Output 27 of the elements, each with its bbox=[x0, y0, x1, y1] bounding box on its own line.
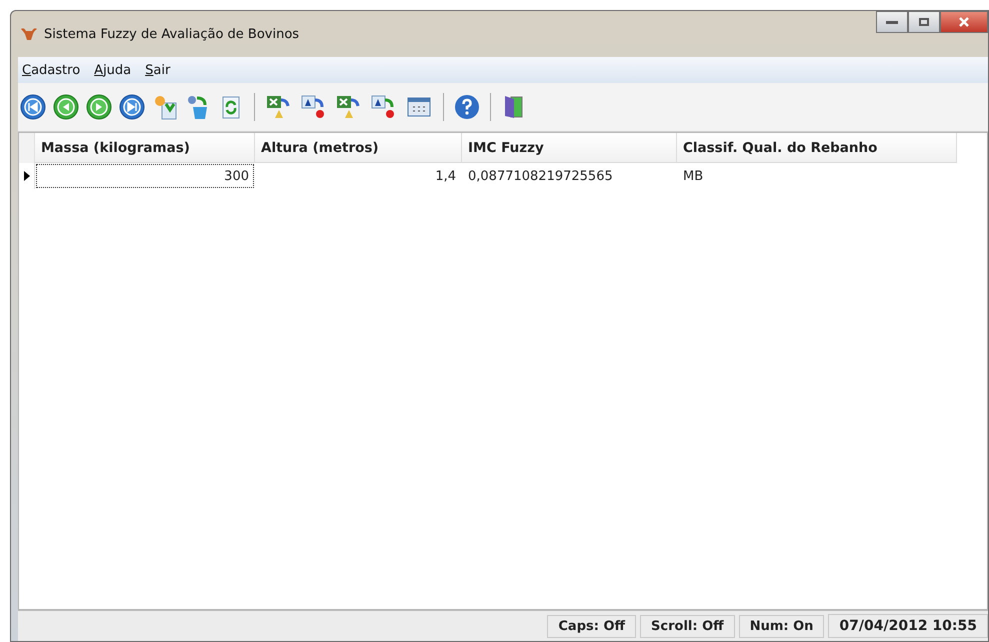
window-title: Sistema Fuzzy de Avaliação de Bovinos bbox=[44, 26, 300, 42]
column-header[interactable]: Altura (metros) bbox=[255, 133, 462, 163]
status-panel: Scroll: Off bbox=[640, 614, 735, 638]
maximize-button[interactable] bbox=[908, 11, 940, 33]
table-cell-text: 1,4 bbox=[434, 168, 457, 186]
table-cell: 300 bbox=[35, 163, 255, 189]
menu-item[interactable]: Cadastro bbox=[22, 62, 80, 78]
status-panel: Caps: Off bbox=[547, 614, 636, 638]
table-cell-text: MB bbox=[682, 168, 704, 186]
skip-back-icon[interactable] bbox=[20, 94, 46, 120]
close-button[interactable] bbox=[940, 11, 988, 33]
menu-item[interactable]: Sair bbox=[145, 62, 170, 78]
skip-forward-icon[interactable] bbox=[119, 94, 145, 120]
minimize-button[interactable] bbox=[876, 11, 908, 33]
status-panel: 07/04/2012 10:55 bbox=[828, 614, 988, 638]
menu-item[interactable]: Ajuda bbox=[94, 62, 132, 78]
close-icon bbox=[958, 17, 970, 27]
back-icon[interactable] bbox=[53, 94, 79, 120]
column-header[interactable]: IMC Fuzzy bbox=[462, 133, 677, 163]
forward-icon[interactable] bbox=[86, 94, 112, 120]
column-header[interactable]: Massa (kilogramas) bbox=[35, 133, 255, 163]
column-header[interactable]: Classif. Qual. do Rebanho bbox=[677, 133, 957, 163]
bull-icon bbox=[20, 26, 38, 42]
new-record-icon[interactable] bbox=[152, 94, 178, 120]
status-panel: Num: On bbox=[738, 614, 824, 638]
help-icon[interactable] bbox=[454, 94, 480, 120]
table-cell-text: 0,0877108219725565 bbox=[467, 168, 614, 186]
